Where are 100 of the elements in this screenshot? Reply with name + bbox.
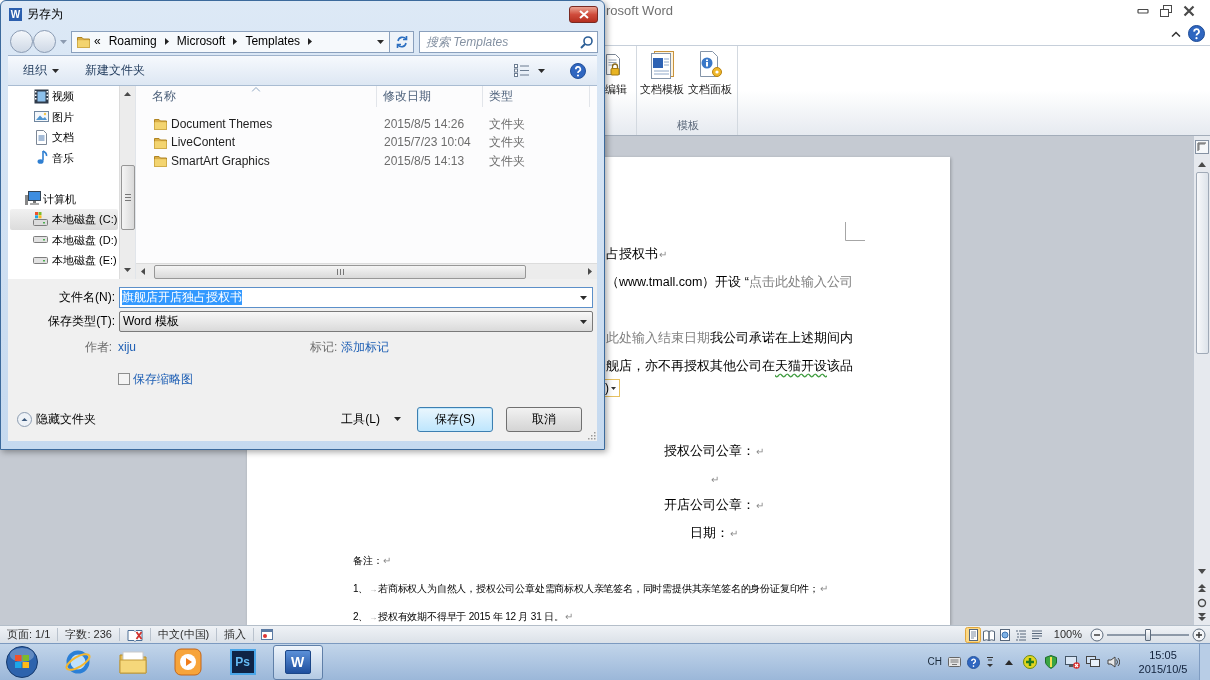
- nav-item[interactable]: 视频: [10, 86, 118, 107]
- ruler-icon[interactable]: [1195, 140, 1209, 154]
- monitor-icon[interactable]: [1086, 656, 1100, 668]
- file-name[interactable]: Document Themes: [171, 116, 273, 132]
- zoom-slider[interactable]: [1107, 628, 1189, 641]
- file-type: 文件夹: [489, 135, 525, 150]
- macro-icon[interactable]: [261, 629, 274, 640]
- folder-icon: [154, 155, 167, 168]
- document-text: 舰店，亦不再授权其他公司在天猫开设该品: [606, 358, 853, 374]
- column-header[interactable]: 名称: [136, 86, 377, 107]
- file-name[interactable]: SmartArt Graphics: [171, 153, 270, 169]
- checkbox[interactable]: [118, 373, 130, 385]
- scroll-up-arrow-icon[interactable]: [124, 92, 131, 96]
- zoom-out-icon[interactable]: [1090, 627, 1104, 642]
- caret-right-icon[interactable]: [233, 38, 238, 45]
- refresh-button[interactable]: [390, 30, 414, 53]
- close-icon[interactable]: [1183, 5, 1195, 17]
- collapse-ribbon-icon[interactable]: [1171, 30, 1181, 37]
- plus-circle-icon[interactable]: [1023, 655, 1037, 669]
- resize-grip-icon[interactable]: [588, 432, 596, 440]
- nav-item[interactable]: 本地磁盘 (E:): [10, 250, 118, 271]
- margin-corner-mark: [845, 222, 865, 241]
- search-icon[interactable]: [580, 35, 593, 49]
- app-logo[interactable]: Ps: [229, 649, 256, 675]
- zoom-level[interactable]: 100%: [1053, 628, 1082, 641]
- file-type: 文件夹: [489, 116, 525, 131]
- nav-item[interactable]: 计算机: [10, 188, 118, 209]
- book-icon[interactable]: [126, 627, 143, 642]
- clock-date[interactable]: 2015/10/5: [1138, 662, 1188, 676]
- language-status[interactable]: 中文(中国): [157, 628, 210, 641]
- help-icon[interactable]: [1188, 25, 1205, 42]
- nav-item[interactable]: 音乐: [10, 147, 118, 168]
- search-field[interactable]: 搜索 Templates: [419, 30, 598, 53]
- taskbar-button[interactable]: W: [272, 644, 323, 680]
- app-logo: W: [284, 650, 311, 674]
- print-layout-icon[interactable]: [964, 626, 981, 643]
- scroll-down-arrow-icon[interactable]: [1198, 569, 1206, 574]
- folder-icon: [154, 136, 167, 149]
- checkbox-label[interactable]: 保存缩略图: [133, 371, 193, 387]
- breadcrumb-overflow[interactable]: «: [94, 34, 101, 49]
- nav-item[interactable]: 文档: [10, 127, 118, 148]
- scrollbar-thumb[interactable]: [154, 264, 526, 279]
- address-bar[interactable]: « Roaming Microsoft Templates: [71, 30, 390, 53]
- zoom-in-icon[interactable]: [1192, 627, 1206, 642]
- scroll-up-arrow-icon[interactable]: [1198, 162, 1206, 167]
- globe-icon[interactable]: [63, 648, 92, 676]
- new-folder-button[interactable]: 新建文件夹: [85, 63, 145, 78]
- start-button[interactable]: [5, 645, 39, 679]
- caret-down-icon[interactable]: [538, 68, 545, 73]
- caret-right-icon[interactable]: [308, 38, 313, 45]
- column-header[interactable]: 修改日期: [377, 86, 483, 107]
- hide-folders-button[interactable]: 隐藏文件夹: [17, 411, 96, 427]
- scroll-down-arrow-icon[interactable]: [124, 268, 131, 272]
- nav-item[interactable]: 图片: [10, 106, 118, 127]
- scrollbar-thumb[interactable]: [1195, 172, 1209, 354]
- previous-page-icon[interactable]: [1198, 584, 1206, 592]
- browse-object-icon[interactable]: [1197, 598, 1207, 608]
- ribbon-button[interactable]: 文档模板: [639, 50, 685, 96]
- play-icon[interactable]: [173, 648, 202, 676]
- keyboard-icon[interactable]: [948, 657, 961, 667]
- help-icon[interactable]: [967, 655, 980, 669]
- tools-button[interactable]: 工具(L): [341, 411, 401, 427]
- ribbon-button[interactable]: 编辑: [605, 50, 635, 96]
- input-language[interactable]: CH: [927, 656, 942, 668]
- speaker-icon[interactable]: [1107, 656, 1120, 668]
- save-button[interactable]: 保存(S): [417, 406, 493, 432]
- tags-value[interactable]: 添加标记: [341, 340, 390, 355]
- shield-icon[interactable]: [1045, 655, 1057, 669]
- breadcrumb[interactable]: Templates: [245, 34, 301, 49]
- caret-right-icon[interactable]: [164, 38, 169, 45]
- close-button[interactable]: [569, 6, 598, 23]
- scroll-left-arrow-icon[interactable]: [141, 268, 145, 275]
- page-count[interactable]: 页面: 1/1: [7, 628, 51, 641]
- scrollbar-thumb[interactable]: [120, 165, 135, 230]
- insert-mode[interactable]: 插入: [224, 628, 247, 641]
- minimize-icon[interactable]: [1137, 8, 1149, 14]
- word-count[interactable]: 字数: 236: [65, 628, 112, 641]
- file-type-dropdown[interactable]: Word 模板: [119, 311, 593, 332]
- nav-item[interactable]: 本地磁盘 (C:): [10, 209, 118, 230]
- organize-button[interactable]: 组织: [23, 63, 59, 78]
- view-list-icon[interactable]: [514, 64, 530, 77]
- breadcrumb[interactable]: Roaming: [108, 34, 157, 49]
- author-value[interactable]: xiju: [118, 340, 136, 355]
- clock-time[interactable]: 15:05: [1149, 648, 1177, 662]
- help-icon[interactable]: [570, 62, 586, 79]
- nav-item[interactable]: 本地磁盘 (D:): [10, 229, 118, 250]
- restore-icon[interactable]: [1160, 5, 1172, 17]
- breadcrumb[interactable]: Microsoft: [176, 34, 226, 49]
- caret-up-icon[interactable]: [1005, 659, 1013, 665]
- next-page-icon[interactable]: [1198, 613, 1206, 621]
- cancel-button[interactable]: 取消: [506, 406, 582, 432]
- folder-icon[interactable]: [117, 648, 148, 676]
- computer-icon: [25, 191, 41, 207]
- ribbon-button[interactable]: 文档面板: [687, 50, 733, 96]
- slider-thumb[interactable]: [1145, 628, 1151, 641]
- network-error-icon[interactable]: [1065, 655, 1080, 669]
- scroll-right-arrow-icon[interactable]: [588, 268, 592, 275]
- column-header[interactable]: 类型: [483, 86, 590, 107]
- options-caret-icon[interactable]: [985, 655, 995, 669]
- file-name[interactable]: LiveContent: [171, 135, 236, 151]
